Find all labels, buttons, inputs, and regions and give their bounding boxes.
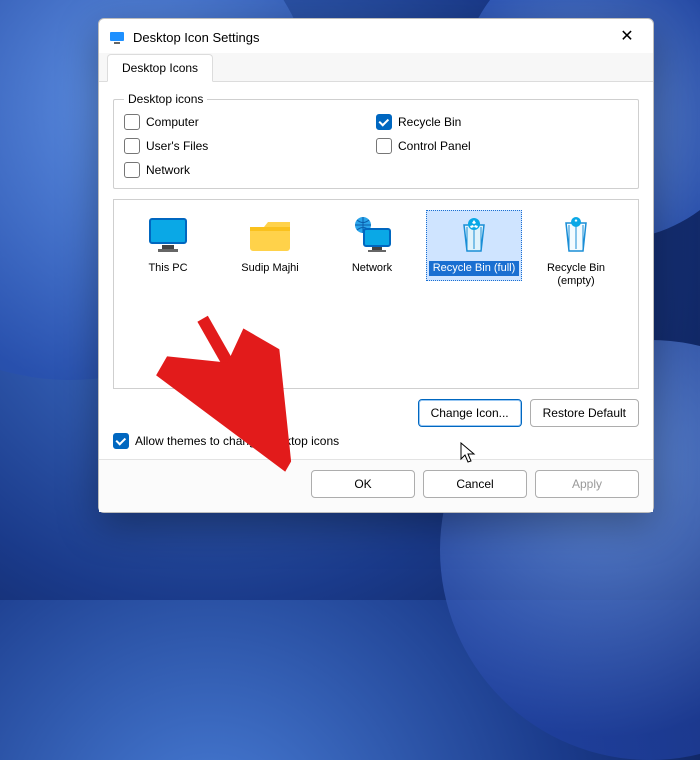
folder-icon <box>246 215 294 255</box>
recycle-bin-full-icon <box>450 215 498 255</box>
ok-button[interactable]: OK <box>311 470 415 498</box>
desktop-icon-settings-dialog: Desktop Icon Settings ✕ Desktop Icons De… <box>98 18 654 513</box>
icon-label: Sudip Majhi <box>225 261 315 276</box>
icon-label: Network <box>327 261 417 276</box>
checkbox-recycle-bin[interactable]: Recycle Bin <box>376 114 628 130</box>
icon-label: This PC <box>123 261 213 276</box>
apply-button[interactable]: Apply <box>535 470 639 498</box>
close-button[interactable]: ✕ <box>611 25 643 49</box>
checkbox-label: Allow themes to change desktop icons <box>135 434 339 448</box>
checkbox-label: Network <box>146 163 190 177</box>
checkbox-allow-themes[interactable]: Allow themes to change desktop icons <box>113 433 639 449</box>
icon-network[interactable]: Network <box>324 210 420 281</box>
icon-this-pc[interactable]: This PC <box>120 210 216 281</box>
checkbox-label: User's Files <box>146 139 208 153</box>
icon-label: Recycle Bin (full) <box>429 261 519 276</box>
dialog-footer: OK Cancel Apply <box>99 459 653 512</box>
icon-list: This PC Sudip Majhi <box>113 199 639 389</box>
change-icon-button[interactable]: Change Icon... <box>418 399 522 427</box>
monitor-icon <box>144 215 192 255</box>
icon-recycle-bin-full[interactable]: Recycle Bin (full) <box>426 210 522 281</box>
close-icon: ✕ <box>620 29 633 45</box>
group-legend: Desktop icons <box>124 92 207 106</box>
checkbox-users-files[interactable]: User's Files <box>124 138 376 154</box>
icon-label: Recycle Bin (empty) <box>531 261 621 289</box>
checkbox-label: Control Panel <box>398 139 471 153</box>
checkbox-network[interactable]: Network <box>124 162 376 178</box>
network-icon <box>348 215 396 255</box>
cancel-button[interactable]: Cancel <box>423 470 527 498</box>
window-title: Desktop Icon Settings <box>133 30 603 45</box>
restore-default-button[interactable]: Restore Default <box>530 399 639 427</box>
recycle-bin-empty-icon <box>552 215 600 255</box>
titlebar: Desktop Icon Settings ✕ <box>99 19 653 53</box>
checkbox-computer[interactable]: Computer <box>124 114 376 130</box>
desktop-icons-group: Desktop icons Computer Recycle Bin User'… <box>113 92 639 189</box>
checkbox-label: Computer <box>146 115 199 129</box>
app-icon <box>109 29 125 45</box>
checkbox-label: Recycle Bin <box>398 115 461 129</box>
tab-desktop-icons[interactable]: Desktop Icons <box>107 54 213 82</box>
icon-user-folder[interactable]: Sudip Majhi <box>222 210 318 281</box>
icon-recycle-bin-empty[interactable]: Recycle Bin (empty) <box>528 210 624 294</box>
checkbox-control-panel[interactable]: Control Panel <box>376 138 628 154</box>
tabbar: Desktop Icons <box>99 53 653 82</box>
